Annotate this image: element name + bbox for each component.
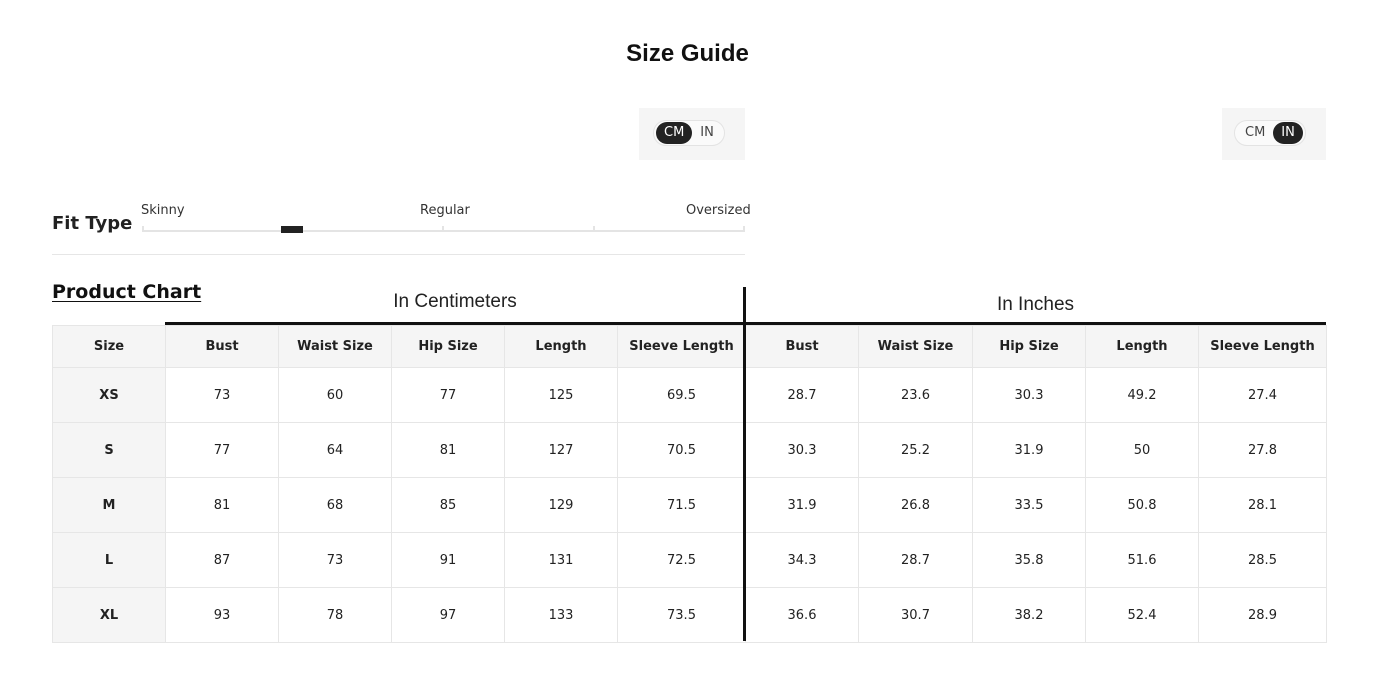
table-cell: 81 [165,477,279,533]
header-in-hip: Hip Size [972,325,1086,368]
table-cell: 77 [391,367,505,423]
unit-option-in[interactable]: IN [692,122,722,144]
header-cm-bust: Bust [165,325,279,368]
header-cm-length: Length [504,325,618,368]
size-cell: XS [52,367,166,423]
table-row: L 87 73 91 131 72.5 34.3 28.7 35.8 51.6 … [52,532,1327,588]
table-cell: 36.6 [745,587,859,643]
table-cell: 52.4 [1085,587,1199,643]
fit-tick [442,226,444,232]
table-cell: 64 [278,422,392,478]
table-cell: 50.8 [1085,477,1199,533]
table-cell: 68 [278,477,392,533]
unit-toggle-panel-right: CM IN [1222,108,1326,160]
table-cell: 30.3 [745,422,859,478]
table-cell: 27.4 [1198,367,1327,423]
header-cm-hip: Hip Size [391,325,505,368]
table-cell: 26.8 [858,477,973,533]
in-section-rule [745,322,1326,325]
size-cell: S [52,422,166,478]
header-size: Size [52,325,166,368]
table-cell: 87 [165,532,279,588]
table-cell: 30.3 [972,367,1086,423]
table-cell: 31.9 [745,477,859,533]
header-in-sleeve: Sleeve Length [1198,325,1327,368]
in-heading: In Inches [996,294,1075,315]
page-title: Size Guide [626,40,749,67]
table-cell: 25.2 [858,422,973,478]
table-cell: 34.3 [745,532,859,588]
unit-option-cm[interactable]: CM [656,122,693,144]
table-cell: 93 [165,587,279,643]
header-in-waist: Waist Size [858,325,973,368]
unit-column-divider [743,287,746,641]
table-cell: 69.5 [617,367,746,423]
table-row: XS 73 60 77 125 69.5 28.7 23.6 30.3 49.2… [52,367,1327,423]
table-cell: 127 [504,422,618,478]
table-row: M 81 68 85 129 71.5 31.9 26.8 33.5 50.8 … [52,477,1327,533]
table-cell: 50 [1085,422,1199,478]
table-cell: 73 [165,367,279,423]
table-cell: 81 [391,422,505,478]
table-cell: 33.5 [972,477,1086,533]
header-cm-waist: Waist Size [278,325,392,368]
fit-tick [593,226,595,232]
table-cell: 23.6 [858,367,973,423]
table-cell: 125 [504,367,618,423]
table-cell: 133 [504,587,618,643]
table-row: XL 93 78 97 133 73.5 36.6 30.7 38.2 52.4… [52,587,1327,643]
fit-tick [142,226,144,232]
table-cell: 85 [391,477,505,533]
size-cell: M [52,477,166,533]
table-cell: 28.1 [1198,477,1327,533]
table-cell: 73.5 [617,587,746,643]
table-cell: 91 [391,532,505,588]
table-header-row: Size Bust Waist Size Hip Size Length Sle… [52,325,1327,368]
unit-toggle-panel-left: CM IN [639,108,745,160]
table-cell: 129 [504,477,618,533]
section-divider [52,254,745,255]
unit-option-in[interactable]: IN [1273,122,1303,144]
table-cell: 35.8 [972,532,1086,588]
table-cell: 28.9 [1198,587,1327,643]
fit-type-label: Fit Type [52,213,133,234]
fit-scale-oversized: Oversized [686,203,751,218]
table-cell: 51.6 [1085,532,1199,588]
cm-section-rule [165,322,745,325]
header-in-bust: Bust [745,325,859,368]
table-cell: 60 [278,367,392,423]
table-cell: 97 [391,587,505,643]
size-chart-table: Size Bust Waist Size Hip Size Length Sle… [52,325,1327,643]
fit-scale-regular: Regular [420,203,470,218]
header-cm-sleeve: Sleeve Length [617,325,746,368]
table-cell: 73 [278,532,392,588]
table-cell: 70.5 [617,422,746,478]
table-cell: 30.7 [858,587,973,643]
fit-tick [743,226,745,232]
table-cell: 77 [165,422,279,478]
size-cell: L [52,532,166,588]
table-cell: 31.9 [972,422,1086,478]
table-cell: 28.7 [745,367,859,423]
table-cell: 72.5 [617,532,746,588]
fit-type-marker [281,226,303,233]
table-cell: 71.5 [617,477,746,533]
table-cell: 27.8 [1198,422,1327,478]
table-cell: 28.7 [858,532,973,588]
cm-heading: In Centimeters [393,291,517,312]
table-cell: 38.2 [972,587,1086,643]
unit-toggle-left[interactable]: CM IN [653,120,725,146]
table-cell: 28.5 [1198,532,1327,588]
fit-scale-skinny: Skinny [141,203,185,218]
table-row: S 77 64 81 127 70.5 30.3 25.2 31.9 50 27… [52,422,1327,478]
table-cell: 131 [504,532,618,588]
size-cell: XL [52,587,166,643]
unit-toggle-right[interactable]: CM IN [1234,120,1306,146]
unit-option-cm[interactable]: CM [1237,122,1273,144]
header-in-length: Length [1085,325,1199,368]
table-cell: 78 [278,587,392,643]
table-cell: 49.2 [1085,367,1199,423]
